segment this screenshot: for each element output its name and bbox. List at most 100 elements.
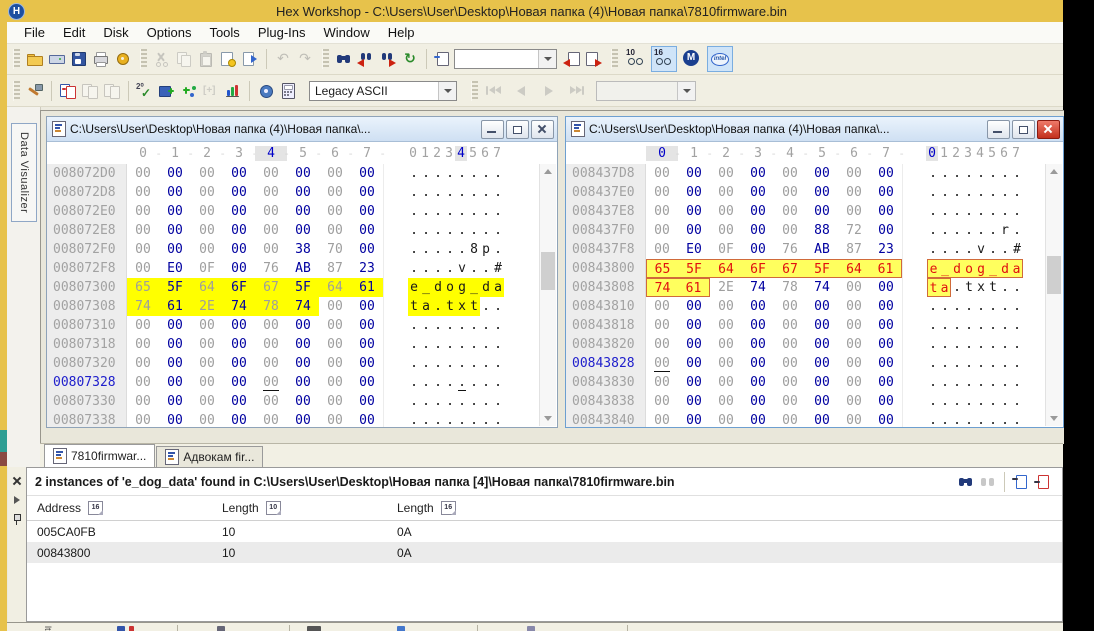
- ascii-char[interactable]: .: [951, 411, 963, 427]
- hex-byte[interactable]: 00: [838, 297, 870, 316]
- hex-byte[interactable]: 00: [742, 202, 774, 221]
- hex-byte[interactable]: AB: [806, 240, 838, 259]
- ascii-char[interactable]: .: [408, 354, 420, 373]
- hex-byte[interactable]: 2E: [710, 278, 742, 297]
- hex-byte[interactable]: 00: [319, 411, 351, 427]
- generate-icon[interactable]: [180, 82, 198, 100]
- hex-byte[interactable]: 00: [838, 278, 870, 297]
- redo-icon[interactable]: ↷: [296, 50, 314, 68]
- hex-byte[interactable]: 00: [159, 354, 191, 373]
- ascii-char[interactable]: .: [420, 335, 432, 354]
- hex-col-header[interactable]: 0: [646, 146, 678, 161]
- hex-byte[interactable]: 00: [351, 411, 383, 427]
- close-button[interactable]: [531, 120, 554, 139]
- hex-byte[interactable]: 00: [223, 164, 255, 183]
- vertical-scrollbar[interactable]: [539, 164, 556, 426]
- hex-byte[interactable]: 00: [710, 183, 742, 202]
- hex-byte[interactable]: 00: [287, 202, 319, 221]
- ascii-char[interactable]: .: [444, 164, 456, 183]
- hex-byte[interactable]: 00: [319, 335, 351, 354]
- hex-row[interactable]: 008073300000000000000000........: [47, 392, 539, 411]
- ascii-char[interactable]: .: [420, 221, 432, 240]
- ascii-char[interactable]: .: [951, 221, 963, 240]
- ascii-char[interactable]: .: [939, 221, 951, 240]
- hex-byte[interactable]: 00: [319, 202, 351, 221]
- ascii-char[interactable]: _: [468, 278, 480, 297]
- ascii-char[interactable]: .: [492, 373, 504, 392]
- ascii-char[interactable]: .: [963, 373, 975, 392]
- hex-byte[interactable]: 74: [806, 278, 838, 297]
- ascii-char[interactable]: .: [456, 354, 468, 373]
- hex-byte[interactable]: 00: [159, 316, 191, 335]
- ascii-char[interactable]: .: [975, 164, 987, 183]
- ascii-char[interactable]: x: [456, 297, 468, 316]
- ascii-char[interactable]: a: [1011, 259, 1023, 278]
- ascii-char[interactable]: .: [468, 164, 480, 183]
- ascii-char[interactable]: .: [432, 259, 444, 278]
- hex-byte[interactable]: 61: [870, 259, 902, 278]
- hex-byte[interactable]: 00: [255, 202, 287, 221]
- hex-byte[interactable]: 00: [127, 411, 159, 427]
- ascii-char[interactable]: .: [999, 297, 1011, 316]
- ascii-char[interactable]: .: [987, 392, 999, 411]
- ascii-char[interactable]: t: [444, 297, 456, 316]
- hex-byte[interactable]: 00: [319, 316, 351, 335]
- hex-row[interactable]: 008073100000000000000000........: [47, 316, 539, 335]
- hex-col-header[interactable]: 1: [159, 146, 191, 161]
- hex-byte[interactable]: 00: [838, 373, 870, 392]
- app-titlebar[interactable]: H Hex Workshop - C:\Users\User\Desktop\Н…: [0, 0, 1063, 22]
- ascii-char[interactable]: _: [939, 259, 951, 278]
- hex-byte[interactable]: 00: [159, 164, 191, 183]
- menu-item-tools[interactable]: Tools: [200, 23, 248, 42]
- hex-byte[interactable]: 00: [255, 240, 287, 259]
- hex-byte[interactable]: 00: [678, 411, 710, 427]
- ascii-char[interactable]: .: [492, 354, 504, 373]
- hex-byte[interactable]: 00: [774, 297, 806, 316]
- hex-byte[interactable]: 0F: [710, 240, 742, 259]
- hex-byte[interactable]: 00: [646, 297, 678, 316]
- ascii-char[interactable]: .: [927, 335, 939, 354]
- ascii-char[interactable]: .: [975, 297, 987, 316]
- data-visualizer-tab[interactable]: Data Visualizer: [11, 123, 37, 222]
- hex-row[interactable]: 008073380000000000000000........: [47, 411, 539, 427]
- ascii-char[interactable]: .: [468, 373, 480, 392]
- hex-byte[interactable]: 00: [159, 373, 191, 392]
- restore-button[interactable]: [506, 120, 529, 139]
- bottom-tab-strip[interactable]: lts: [7, 622, 1063, 631]
- hex-byte[interactable]: 00: [159, 411, 191, 427]
- ascii-char[interactable]: .: [975, 221, 987, 240]
- ascii-char[interactable]: .: [408, 183, 420, 202]
- hex-byte[interactable]: 00: [191, 164, 223, 183]
- ascii-char[interactable]: .: [432, 202, 444, 221]
- ascii-char[interactable]: .: [456, 240, 468, 259]
- hex-byte[interactable]: 00: [319, 164, 351, 183]
- ascii-char[interactable]: .: [1011, 278, 1023, 297]
- hex-byte[interactable]: 00: [287, 335, 319, 354]
- ascii-char[interactable]: #: [1011, 240, 1023, 259]
- hex-byte[interactable]: 00: [742, 316, 774, 335]
- hex-row[interactable]: 008437F00000000000887200......r.: [566, 221, 1045, 240]
- hex-byte[interactable]: 00: [287, 354, 319, 373]
- ascii-char[interactable]: .: [987, 335, 999, 354]
- hex-byte[interactable]: 00: [774, 373, 806, 392]
- hex-byte[interactable]: 00: [223, 411, 255, 427]
- hex-byte[interactable]: 61: [351, 278, 383, 297]
- ascii-char[interactable]: .: [444, 335, 456, 354]
- ascii-char[interactable]: x: [975, 278, 987, 297]
- hex-byte[interactable]: 00: [223, 392, 255, 411]
- hex-byte[interactable]: 00: [646, 202, 678, 221]
- ascii-char[interactable]: .: [927, 392, 939, 411]
- hex-row[interactable]: 008438280000000000000000........: [566, 354, 1045, 373]
- compare-next-icon[interactable]: [81, 82, 99, 100]
- hex-byte[interactable]: 00: [319, 392, 351, 411]
- hex-byte[interactable]: 00: [255, 164, 287, 183]
- combobox-arrow-icon[interactable]: [438, 82, 456, 100]
- ascii-char[interactable]: .: [492, 221, 504, 240]
- hex-byte[interactable]: 00: [159, 183, 191, 202]
- ascii-char[interactable]: .: [480, 335, 492, 354]
- hex-row[interactable]: 00843800655F646F675F6461e_dog_da: [566, 259, 1045, 278]
- hex-byte[interactable]: 00: [191, 183, 223, 202]
- ascii-char[interactable]: .: [468, 335, 480, 354]
- hex-byte[interactable]: 00: [710, 411, 742, 427]
- hex-byte[interactable]: 00: [255, 335, 287, 354]
